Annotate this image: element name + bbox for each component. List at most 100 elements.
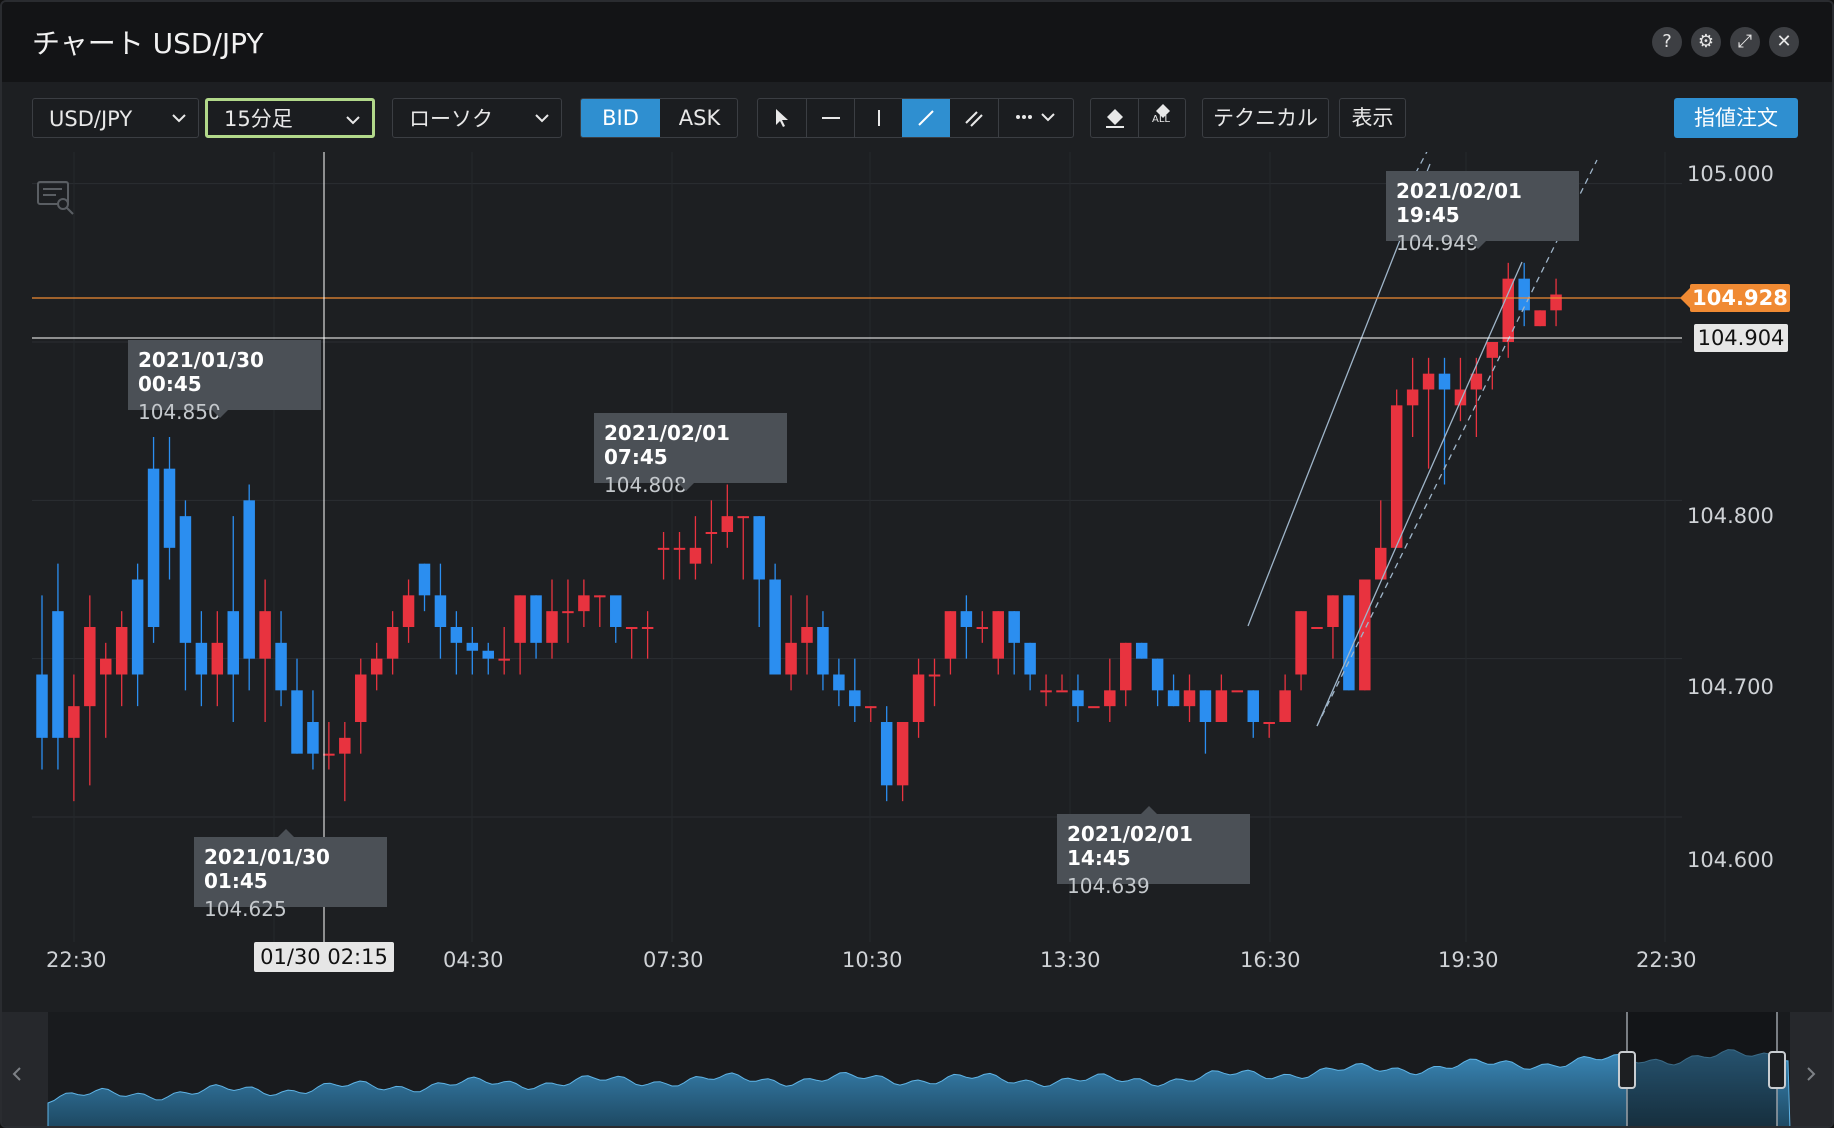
vertical-line-tool[interactable] xyxy=(855,99,902,137)
candle-body xyxy=(1167,690,1180,707)
eraser-tools: ALL xyxy=(1090,98,1186,138)
expand-icon[interactable]: ⤢ xyxy=(1730,27,1760,57)
candle-body xyxy=(944,611,957,659)
crosshair-price-tag: 104.904 xyxy=(1694,324,1788,352)
x-axis-label: 22:30 xyxy=(1636,948,1697,972)
chart-type-select[interactable]: ローソク xyxy=(392,98,562,138)
ask-button[interactable]: ASK xyxy=(660,99,737,137)
candle-body xyxy=(259,611,271,659)
candle-body xyxy=(514,595,526,643)
candle-body xyxy=(402,595,415,627)
tooltip-date: 2021/02/01 07:45 xyxy=(604,421,730,469)
tooltip-date: 2021/02/01 19:45 xyxy=(1396,179,1522,227)
chevron-down-icon xyxy=(535,114,549,123)
candle-body xyxy=(673,547,686,550)
timeframe-select[interactable]: 15分足 xyxy=(205,98,375,138)
candle-body xyxy=(1311,627,1323,629)
bid-ask-toggle: BID ASK xyxy=(580,98,738,138)
candle-body xyxy=(1231,690,1244,693)
candle-body xyxy=(1088,706,1100,709)
timeframe-select-label: 15分足 xyxy=(224,107,293,131)
candle-body xyxy=(115,627,128,675)
cursor-tool[interactable] xyxy=(758,99,806,137)
candle-body xyxy=(1295,611,1307,675)
candle-body xyxy=(339,737,351,754)
price-tooltip: 2021/02/01 14:45 104.639 xyxy=(1057,806,1250,898)
title-bar: チャート USD/JPY ? ⚙ ⤢ ✕ xyxy=(2,2,1832,82)
candle-body xyxy=(370,658,383,675)
symbol-select-label: USD/JPY xyxy=(49,107,133,131)
help-icon[interactable]: ? xyxy=(1652,27,1682,57)
limit-order-button[interactable]: 指値注文 xyxy=(1674,98,1798,138)
candle-body xyxy=(68,706,80,738)
candle-body xyxy=(1120,642,1132,691)
tooltip-price: 104.639 xyxy=(1067,874,1150,898)
candle-body xyxy=(275,642,287,691)
price-tooltip: 2021/01/30 00:45 104.850 xyxy=(128,340,321,424)
more-dots-icon xyxy=(1016,113,1055,122)
candle-body xyxy=(1359,579,1371,691)
candle-body xyxy=(179,516,192,643)
channel-tool[interactable] xyxy=(950,99,998,137)
x-axis-label: 07:30 xyxy=(643,948,704,972)
parallel-lines-icon xyxy=(965,111,983,127)
candle-body xyxy=(52,611,64,738)
candle-body xyxy=(147,468,160,627)
candle-body xyxy=(1390,405,1403,548)
candle-body xyxy=(849,690,861,707)
vertical-line-icon xyxy=(877,110,880,126)
gear-icon[interactable]: ⚙ xyxy=(1691,27,1721,57)
candle-body xyxy=(1343,595,1355,691)
window-title: チャート USD/JPY xyxy=(32,27,264,60)
candle-body xyxy=(1518,278,1530,311)
chart-window: チャート USD/JPY ? ⚙ ⤢ ✕ USD/JPY 15分足 ローソク B… xyxy=(0,0,1834,1128)
bid-button[interactable]: BID xyxy=(581,99,660,137)
tooltip-pointer xyxy=(278,829,294,837)
price-tooltip: 2021/02/01 07:45 104.808 xyxy=(594,413,787,497)
tooltip-pointer xyxy=(1141,806,1157,814)
symbol-select[interactable]: USD/JPY xyxy=(32,98,199,138)
more-tools-dropdown[interactable] xyxy=(999,99,1073,137)
y-axis-label: 104.700 xyxy=(1687,675,1774,699)
candle-body xyxy=(131,579,144,675)
candle-body xyxy=(721,516,734,532)
candle-body xyxy=(1550,294,1562,311)
horizontal-line-tool[interactable] xyxy=(807,99,854,137)
price-tooltip: 2021/01/30 01:45 104.625 xyxy=(194,829,387,921)
display-button[interactable]: 表示 xyxy=(1339,98,1406,138)
candle-body xyxy=(817,627,829,675)
candle-body xyxy=(912,674,925,722)
candle-body xyxy=(482,650,494,659)
eraser-button[interactable] xyxy=(1091,99,1138,137)
candle-body xyxy=(1072,690,1084,707)
tooltip-date: 2021/01/30 00:45 xyxy=(138,348,264,396)
candle-body xyxy=(960,611,973,627)
navigator[interactable] xyxy=(2,1012,1832,1126)
candle-body xyxy=(498,658,510,661)
eraser-all-button[interactable]: ALL xyxy=(1139,99,1185,137)
x-axis-label: 16:30 xyxy=(1240,948,1301,972)
eraser-icon xyxy=(1105,109,1124,128)
candle-body xyxy=(1486,342,1499,358)
x-axis-label: 13:30 xyxy=(1040,948,1101,972)
chart-list-icon[interactable] xyxy=(37,181,74,215)
arrow-pointer-icon xyxy=(776,109,788,127)
candle-body xyxy=(386,627,399,659)
candle-body xyxy=(291,690,303,754)
trend-line-tool[interactable] xyxy=(902,99,950,137)
chevron-down-icon xyxy=(346,116,360,125)
candle-body xyxy=(625,627,638,629)
candle-body xyxy=(1375,547,1387,580)
close-icon[interactable]: ✕ xyxy=(1769,27,1799,57)
technical-button[interactable]: テクニカル xyxy=(1202,98,1329,138)
candle-body xyxy=(594,595,606,598)
candle-body xyxy=(689,547,702,564)
chart-type-select-label: ローソク xyxy=(409,107,493,131)
candle-body xyxy=(737,516,749,519)
tooltip-price: 104.625 xyxy=(204,897,287,921)
tooltip-date: 2021/02/01 14:45 xyxy=(1067,822,1193,870)
candle-body xyxy=(1279,690,1291,722)
candle-body xyxy=(323,753,335,756)
x-axis-label: 19:30 xyxy=(1438,948,1499,972)
x-axis-label: 22:30 xyxy=(46,948,107,972)
